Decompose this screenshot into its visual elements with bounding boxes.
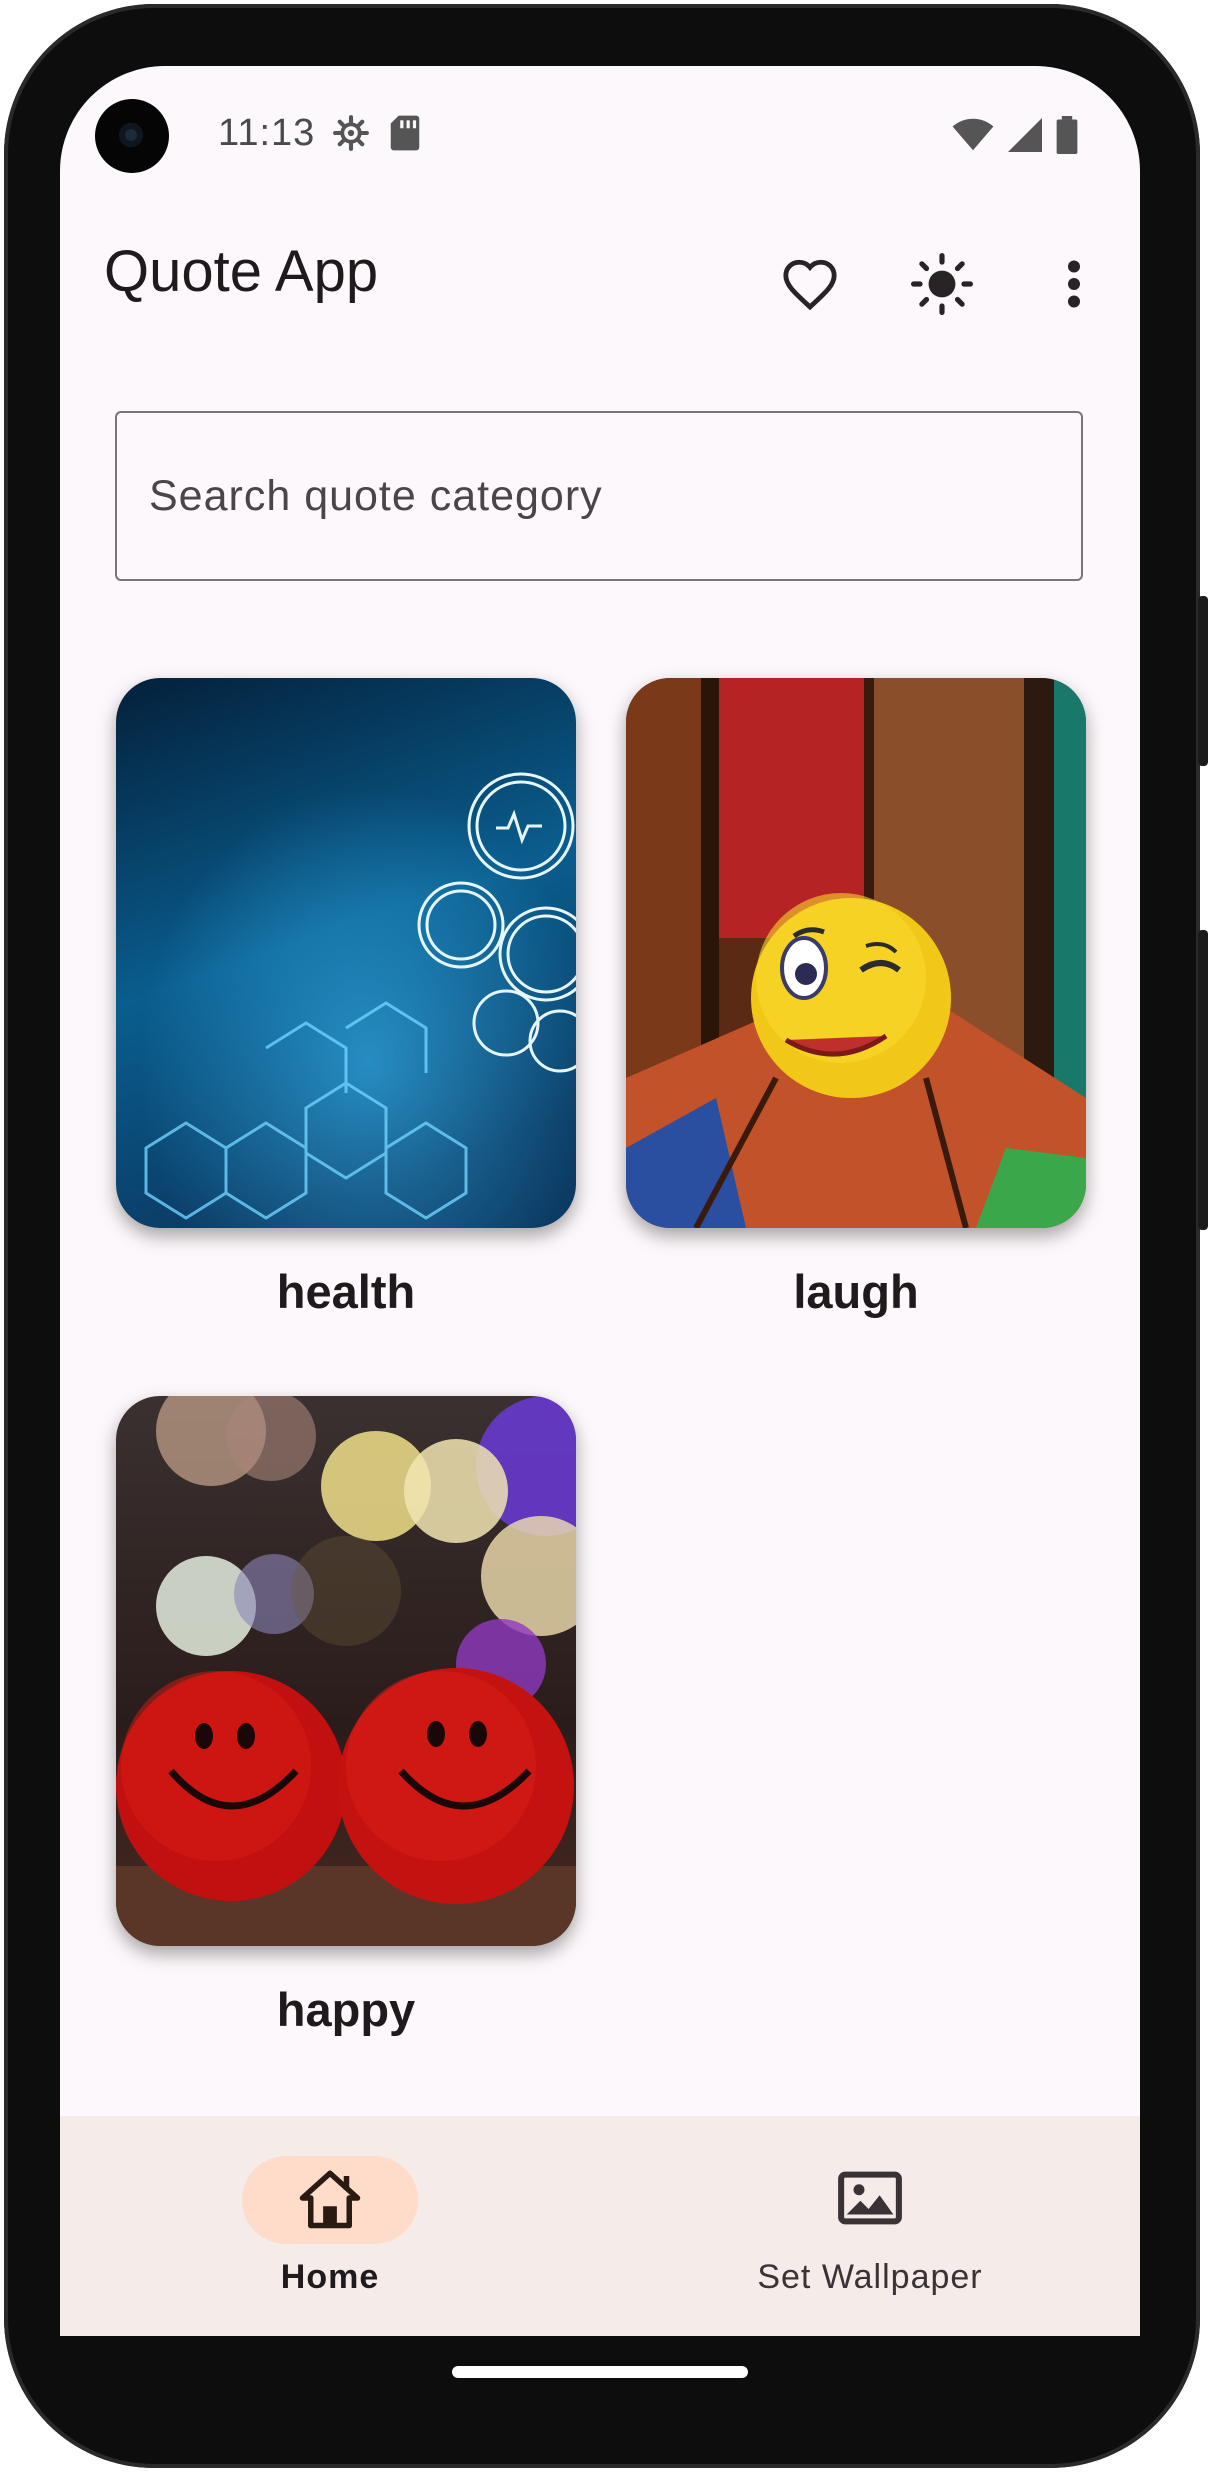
wifi-icon [952, 118, 994, 157]
category-label: happy [276, 1983, 416, 2036]
device: 11:13 Quote App Search quote category he… [0, 0, 1211, 2474]
more-options-button[interactable] [1034, 246, 1114, 326]
battery-icon [1056, 116, 1078, 159]
search-input[interactable] [115, 411, 1083, 581]
settings-notification-icon [332, 114, 370, 157]
brightness-icon [911, 252, 973, 320]
nav-label-set-wallpaper: Set Wallpaper [757, 2258, 983, 2296]
more-vert-icon [1066, 259, 1082, 314]
favorites-button[interactable] [770, 246, 850, 326]
volume-button [1198, 930, 1208, 1230]
front-camera [95, 99, 169, 173]
status-right-icons [952, 116, 1078, 159]
heart-outline-icon [781, 257, 839, 316]
sd-card-icon [388, 114, 422, 157]
power-button [1198, 596, 1208, 766]
happy-image [116, 1396, 576, 1946]
laugh-image [626, 678, 1086, 1228]
home-icon [297, 2167, 363, 2234]
category-label: health [276, 1265, 416, 1318]
category-card-health[interactable]: health [116, 678, 576, 1319]
theme-toggle-button[interactable] [902, 246, 982, 326]
status-time: 11:13 [218, 112, 316, 154]
nav-item-home[interactable]: Home [150, 2156, 510, 2297]
category-card-laugh[interactable]: laugh [626, 678, 1086, 1319]
home-indicator[interactable] [452, 2366, 748, 2378]
category-card-happy[interactable]: happy [116, 1396, 576, 2037]
bottom-navigation: Home Set Wallpaper [60, 2116, 1140, 2336]
health-image [116, 678, 576, 1228]
status-left-icons [332, 114, 422, 157]
screen: 11:13 Quote App Search quote category he… [60, 66, 1140, 2336]
nav-selected-pill [242, 2156, 418, 2244]
cell-signal-icon [1008, 118, 1042, 157]
nav-item-set-wallpaper[interactable]: Set Wallpaper [690, 2156, 1050, 2297]
image-icon [837, 2170, 903, 2231]
nav-label-home: Home [280, 2258, 380, 2296]
nav-pill [782, 2156, 958, 2244]
category-label: laugh [793, 1265, 919, 1318]
app-title: Quote App [104, 239, 379, 304]
